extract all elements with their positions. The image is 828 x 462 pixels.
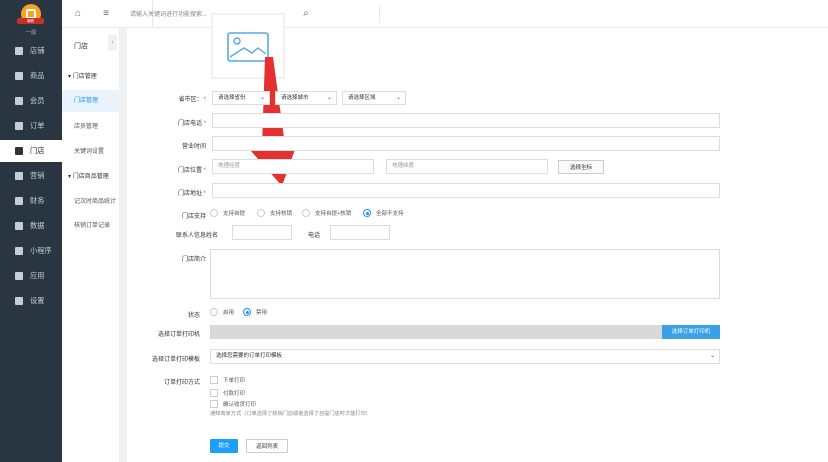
status-option-radio[interactable]: 启用 bbox=[210, 308, 234, 316]
intro-textarea[interactable] bbox=[210, 249, 720, 299]
contact-phone-label: 电话 bbox=[308, 233, 321, 239]
radio-circle-icon bbox=[363, 209, 371, 217]
phone-input[interactable] bbox=[212, 113, 720, 128]
radio-circle-icon bbox=[243, 308, 251, 316]
city-select[interactable]: 请选择城市 ⌄ bbox=[275, 91, 337, 105]
address-label: 门店地址 * bbox=[177, 191, 206, 197]
checkbox-label: 付款打印 bbox=[223, 391, 246, 397]
checkbox-icon bbox=[210, 389, 218, 397]
latitude-input[interactable]: 地理纬度 bbox=[386, 159, 548, 174]
chevron-down-icon: ⌄ bbox=[259, 95, 265, 101]
back-to-list-button[interactable]: 返回列表 bbox=[246, 439, 288, 453]
support-option-radio[interactable]: 支持自提 bbox=[210, 209, 245, 217]
status-label: 状态 bbox=[187, 313, 200, 319]
contact-name-label: 姓名 bbox=[206, 233, 219, 239]
longitude-input[interactable]: 地理经度 bbox=[212, 159, 374, 174]
hours-input[interactable] bbox=[212, 136, 720, 151]
radio-label: 支持自提+核销 bbox=[315, 211, 352, 217]
radio-label: 支持自提 bbox=[223, 211, 246, 217]
template-label: 选择订单打印模板 bbox=[151, 357, 200, 363]
intro-label: 门店简介 bbox=[181, 257, 206, 263]
chevron-down-icon: ⌄ bbox=[326, 95, 332, 101]
radio-label: 禁用 bbox=[256, 310, 268, 316]
support-option-radio[interactable]: 支持自提+核销 bbox=[302, 209, 351, 217]
submit-button[interactable]: 提交 bbox=[210, 439, 238, 453]
print-mode-checkbox[interactable]: 付款打印 bbox=[210, 389, 245, 397]
district-select[interactable]: 请选择区域 ⌄ bbox=[342, 91, 406, 105]
checkbox-label: 确认收货打印 bbox=[223, 402, 257, 408]
print-mode-checkbox[interactable]: 下单打印 bbox=[210, 376, 245, 384]
support-option-radio[interactable]: 全部不支持 bbox=[363, 209, 404, 217]
radio-label: 支持核销 bbox=[270, 211, 293, 217]
radio-circle-icon bbox=[210, 209, 218, 217]
radio-circle-icon bbox=[302, 209, 310, 217]
address-input[interactable] bbox=[212, 183, 720, 198]
checkbox-icon bbox=[210, 376, 218, 384]
region-label: 省市区：* bbox=[178, 97, 206, 103]
location-label: 门店位置 * bbox=[177, 168, 206, 174]
pick-coordinate-button[interactable]: 选择坐标 bbox=[558, 160, 604, 174]
support-label: 门店支持 bbox=[181, 214, 206, 220]
radio-circle-icon bbox=[210, 308, 218, 316]
status-option-radio[interactable]: 禁用 bbox=[243, 308, 267, 316]
contact-phone-input[interactable] bbox=[330, 225, 390, 240]
chevron-down-icon: ⌄ bbox=[395, 95, 401, 101]
radio-circle-icon bbox=[257, 209, 265, 217]
hours-label: 营业时间 bbox=[181, 144, 206, 150]
print-note: 通知商家方式（订单选择了核销门店或者选择了自提门店时才能打印） bbox=[210, 411, 371, 417]
phone-label: 门店电话 * bbox=[177, 121, 206, 127]
chevron-down-icon: ⌄ bbox=[709, 353, 715, 359]
checkbox-icon bbox=[210, 400, 218, 408]
support-option-radio[interactable]: 支持核销 bbox=[257, 209, 292, 217]
print-template-select[interactable]: 选择您需要的订单打印模板 ⌄ bbox=[210, 349, 720, 364]
province-select[interactable]: 请选择省份 ⌄ bbox=[212, 91, 270, 105]
select-printer-button[interactable]: 选择订单打印机 bbox=[662, 325, 720, 339]
printer-label: 选择订单打印机 bbox=[157, 332, 200, 338]
printer-display-field[interactable] bbox=[210, 325, 662, 339]
contact-name-input[interactable] bbox=[232, 225, 292, 240]
radio-label: 启用 bbox=[223, 310, 235, 316]
print-mode-checkbox[interactable]: 确认收货打印 bbox=[210, 400, 256, 408]
radio-label: 全部不支持 bbox=[376, 211, 404, 217]
print-mode-label: 订单打印方式 bbox=[163, 380, 200, 386]
contact-label: 联系人信息 bbox=[175, 233, 206, 239]
checkbox-label: 下单打印 bbox=[223, 378, 246, 384]
